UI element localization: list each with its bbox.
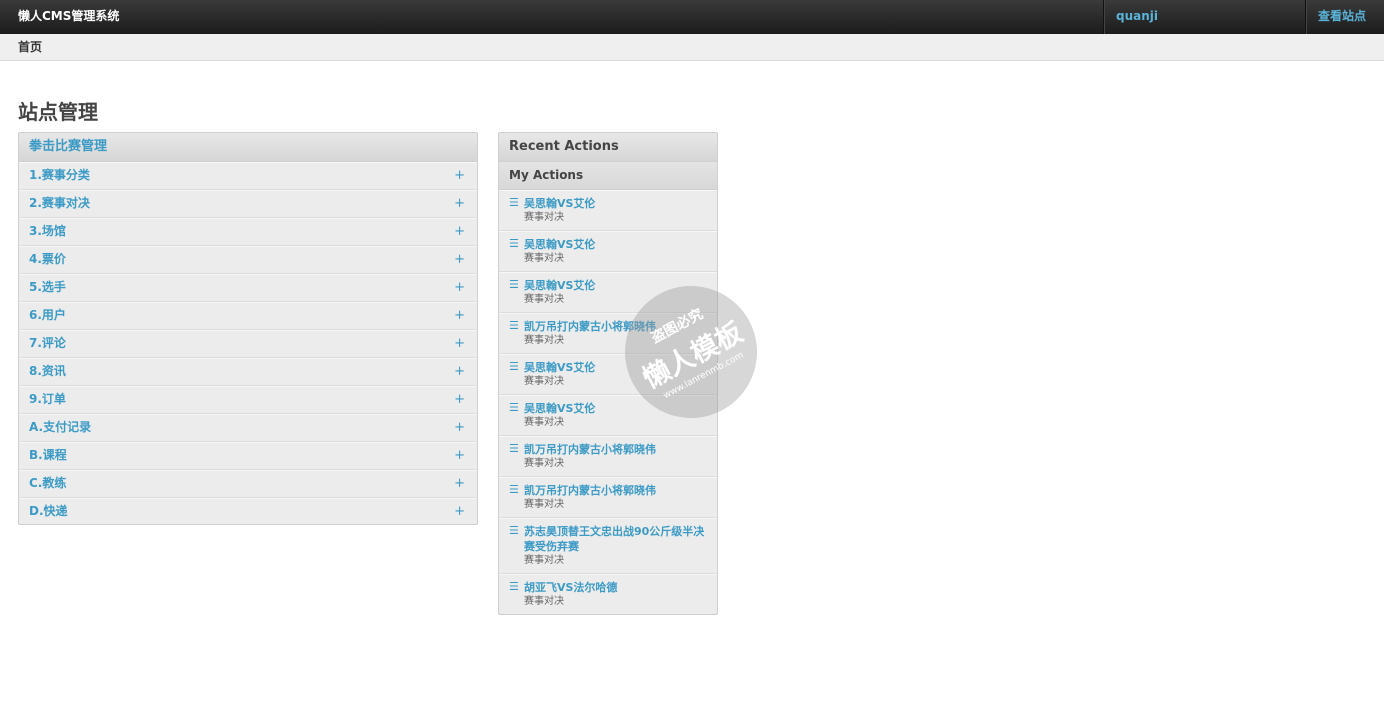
change-list-icon: ☰ [509, 319, 519, 332]
action-object-link[interactable]: 凯万吊打内蒙古小将郭晓伟 [524, 319, 707, 334]
model-row[interactable]: 8.资讯 + [19, 358, 477, 386]
recent-action-item: ☰ 吴思翰VS艾伦 赛事对决 [499, 272, 717, 313]
add-icon[interactable]: + [454, 470, 465, 497]
change-list-icon: ☰ [509, 442, 519, 455]
change-list-icon: ☰ [509, 278, 519, 291]
action-content-type: 赛事对决 [524, 417, 564, 428]
add-icon[interactable]: + [454, 218, 465, 245]
model-link[interactable]: C.教练 [29, 476, 66, 490]
action-content-type: 赛事对决 [524, 555, 564, 566]
model-row[interactable]: A.支付记录 + [19, 414, 477, 442]
action-content-type: 赛事对决 [524, 335, 564, 346]
recent-action-item: ☰ 吴思翰VS艾伦 赛事对决 [499, 231, 717, 272]
model-link[interactable]: 5.选手 [29, 280, 66, 294]
change-list-icon: ☰ [509, 580, 519, 593]
model-link[interactable]: 7.评论 [29, 336, 66, 350]
model-row[interactable]: 1.赛事分类 + [19, 162, 477, 190]
add-icon[interactable]: + [454, 162, 465, 189]
site-brand[interactable]: 懒人CMS管理系统 [18, 0, 119, 33]
recent-action-item: ☰ 吴思翰VS艾伦 赛事对决 [499, 395, 717, 436]
add-icon[interactable]: + [454, 246, 465, 273]
model-link[interactable]: 6.用户 [29, 308, 66, 322]
action-object-link[interactable]: 胡亚飞VS法尔哈德 [524, 580, 707, 595]
action-object-link[interactable]: 吴思翰VS艾伦 [524, 237, 707, 252]
action-object-link[interactable]: 凯万吊打内蒙古小将郭晓伟 [524, 483, 707, 498]
model-row[interactable]: 6.用户 + [19, 302, 477, 330]
recent-action-item: ☰ 苏志昊顶替王文忠出战90公斤级半决赛受伤弃赛 赛事对决 [499, 518, 717, 574]
recent-actions-module: Recent Actions My Actions ☰ 吴思翰VS艾伦 赛事对决 ☰ 吴… [498, 132, 718, 615]
recent-actions-title: Recent Actions [499, 133, 717, 162]
user-menu[interactable]: quanji [1103, 0, 1306, 34]
recent-action-item: ☰ 凯万吊打内蒙古小将郭晓伟 赛事对决 [499, 477, 717, 518]
model-row[interactable]: B.课程 + [19, 442, 477, 470]
change-list-icon: ☰ [509, 196, 519, 209]
model-list: 1.赛事分类 +2.赛事对决 +3.场馆 +4.票价 +5.选手 +6.用户 +7.评论 +8… [19, 162, 477, 525]
add-icon[interactable]: + [454, 386, 465, 413]
model-row[interactable]: D.快递 + [19, 498, 477, 525]
my-actions-subtitle: My Actions [499, 162, 717, 190]
top-header-bar: 懒人CMS管理系统 quanji 查看站点 [0, 0, 1384, 34]
action-list: ☰ 吴思翰VS艾伦 赛事对决 ☰ 吴思翰VS艾伦 赛事对决 ☰ 吴思翰VS艾伦 赛事对决 ☰ 凯万吊… [499, 190, 717, 614]
model-link[interactable]: D.快递 [29, 504, 68, 518]
action-content-type: 赛事对决 [524, 212, 564, 223]
action-content-type: 赛事对决 [524, 499, 564, 510]
recent-action-item: ☰ 胡亚飞VS法尔哈德 赛事对决 [499, 574, 717, 614]
model-row[interactable]: 7.评论 + [19, 330, 477, 358]
action-object-link[interactable]: 吴思翰VS艾伦 [524, 196, 707, 211]
model-link[interactable]: 2.赛事对决 [29, 196, 90, 210]
add-icon[interactable]: + [454, 302, 465, 329]
breadcrumb-home[interactable]: 首页 [18, 34, 42, 60]
action-object-link[interactable]: 吴思翰VS艾伦 [524, 278, 707, 293]
add-icon[interactable]: + [454, 498, 465, 525]
model-row[interactable]: 5.选手 + [19, 274, 477, 302]
model-link[interactable]: 1.赛事分类 [29, 168, 90, 182]
recent-action-item: ☰ 吴思翰VS艾伦 赛事对决 [499, 354, 717, 395]
action-object-link[interactable]: 吴思翰VS艾伦 [524, 360, 707, 375]
model-link[interactable]: 9.订单 [29, 392, 66, 406]
add-icon[interactable]: + [454, 190, 465, 217]
model-row[interactable]: 3.场馆 + [19, 218, 477, 246]
model-link[interactable]: 3.场馆 [29, 224, 66, 238]
change-list-icon: ☰ [509, 237, 519, 250]
add-icon[interactable]: + [454, 330, 465, 357]
username-link[interactable]: quanji [1116, 0, 1158, 32]
change-list-icon: ☰ [509, 524, 519, 537]
app-module: 拳击比赛管理 1.赛事分类 +2.赛事对决 +3.场馆 +4.票价 +5.选手 +6.用户… [18, 132, 478, 525]
add-icon[interactable]: + [454, 358, 465, 385]
app-module-title[interactable]: 拳击比赛管理 [19, 133, 477, 162]
recent-action-item: ☰ 吴思翰VS艾伦 赛事对决 [499, 190, 717, 231]
action-content-type: 赛事对决 [524, 253, 564, 264]
add-icon[interactable]: + [454, 442, 465, 469]
recent-action-item: ☰ 凯万吊打内蒙古小将郭晓伟 赛事对决 [499, 436, 717, 477]
action-content-type: 赛事对决 [524, 294, 564, 305]
change-list-icon: ☰ [509, 360, 519, 373]
action-content-type: 赛事对决 [524, 376, 564, 387]
model-row[interactable]: 4.票价 + [19, 246, 477, 274]
model-link[interactable]: B.课程 [29, 448, 67, 462]
model-row[interactable]: 9.订单 + [19, 386, 477, 414]
breadcrumb: 首页 [0, 34, 1384, 61]
change-list-icon: ☰ [509, 483, 519, 496]
action-object-link[interactable]: 苏志昊顶替王文忠出战90公斤级半决赛受伤弃赛 [524, 524, 707, 554]
action-object-link[interactable]: 凯万吊打内蒙古小将郭晓伟 [524, 442, 707, 457]
view-site-link[interactable]: 查看站点 [1318, 0, 1366, 33]
action-object-link[interactable]: 吴思翰VS艾伦 [524, 401, 707, 416]
page-title: 站点管理 [18, 100, 98, 124]
action-content-type: 赛事对决 [524, 596, 564, 607]
model-row[interactable]: C.教练 + [19, 470, 477, 498]
model-link[interactable]: 8.资讯 [29, 364, 66, 378]
action-content-type: 赛事对决 [524, 458, 564, 469]
model-link[interactable]: A.支付记录 [29, 420, 91, 434]
add-icon[interactable]: + [454, 414, 465, 441]
recent-action-item: ☰ 凯万吊打内蒙古小将郭晓伟 赛事对决 [499, 313, 717, 354]
model-row[interactable]: 2.赛事对决 + [19, 190, 477, 218]
view-site-container: 查看站点 [1305, 0, 1384, 34]
add-icon[interactable]: + [454, 274, 465, 301]
change-list-icon: ☰ [509, 401, 519, 414]
model-link[interactable]: 4.票价 [29, 252, 66, 266]
